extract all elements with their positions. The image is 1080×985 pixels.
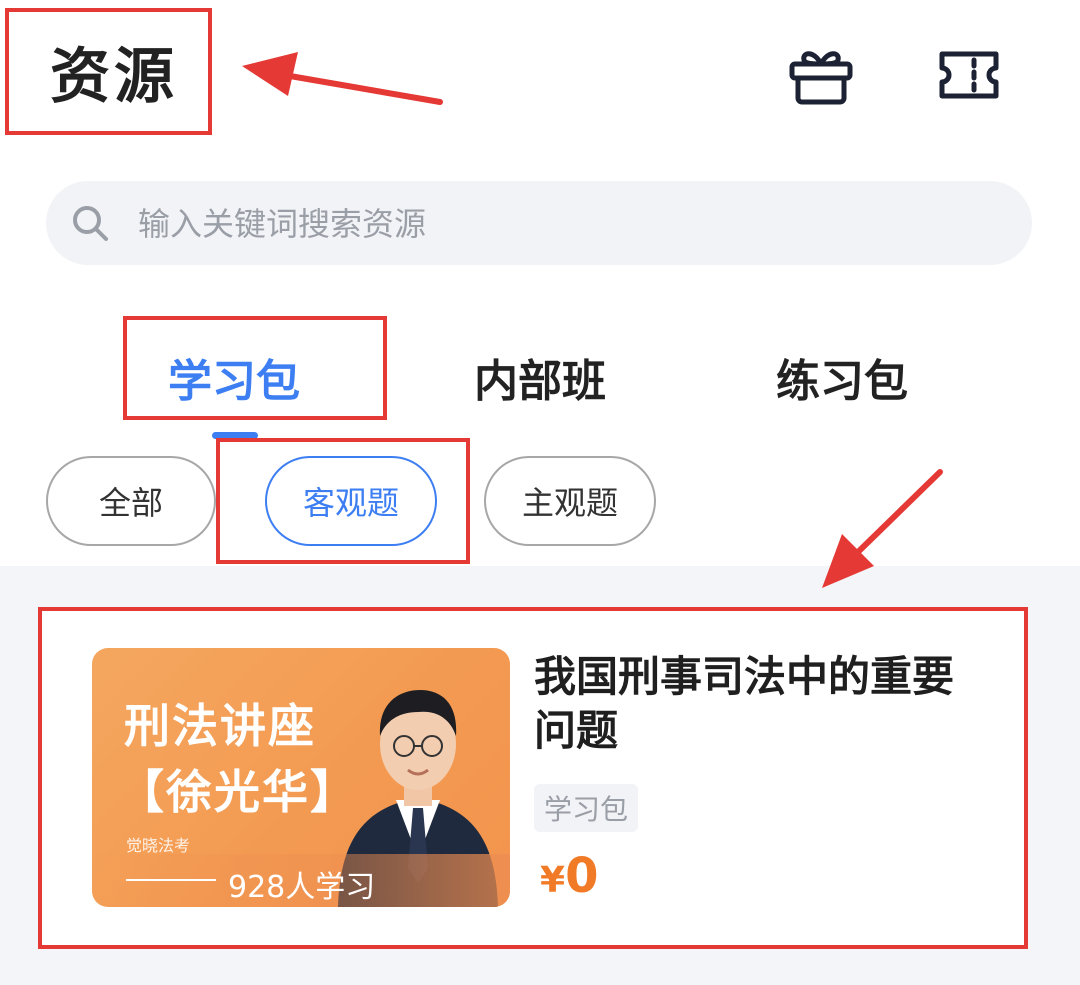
highlight-box-title [5, 8, 212, 135]
annotation-arrow-title [242, 52, 443, 105]
filter-chip-all[interactable]: 全部 [46, 456, 216, 546]
search-input[interactable] [136, 181, 1000, 267]
gift-icon[interactable] [786, 40, 856, 110]
ticket-icon[interactable] [934, 40, 1004, 110]
tab-practice-pack[interactable]: 练习包 [776, 345, 908, 409]
search-bar[interactable] [46, 181, 1032, 267]
filter-chip-subjective[interactable]: 主观题 [484, 456, 656, 546]
highlight-box-tab [123, 316, 387, 420]
search-icon [73, 206, 108, 241]
highlight-box-filter [216, 438, 470, 564]
highlight-box-course [38, 607, 1028, 949]
tab-internal-class[interactable]: 内部班 [474, 345, 606, 409]
